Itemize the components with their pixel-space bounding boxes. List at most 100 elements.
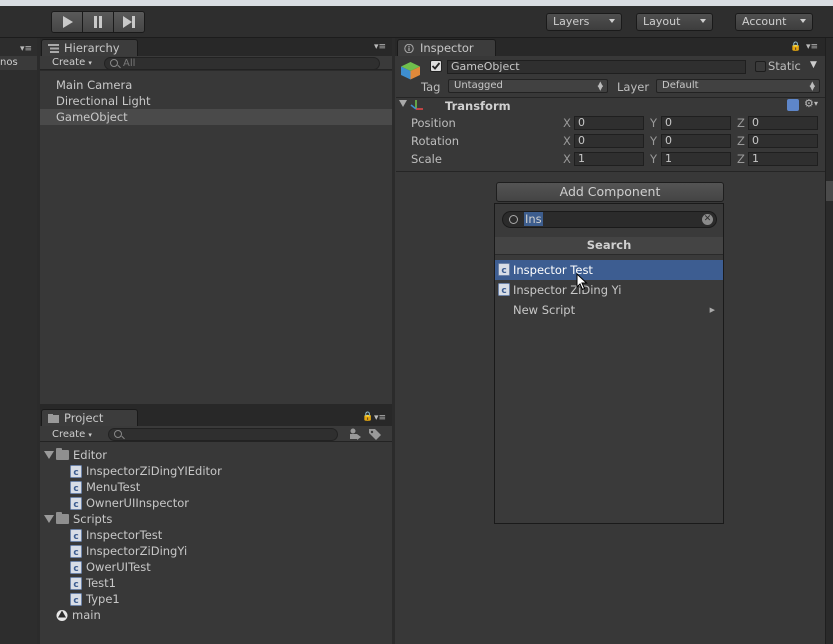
scene-panel-stub [0, 38, 37, 644]
rotation-y-field[interactable]: 0 [661, 134, 731, 148]
filter-by-type-icon[interactable] [348, 428, 362, 440]
help-book-icon[interactable] [787, 99, 799, 111]
project-create-button[interactable]: Create ▾ [52, 428, 92, 442]
axis-x-label[interactable]: X [563, 152, 571, 166]
filter-by-label-icon[interactable] [368, 428, 382, 440]
csharp-script-icon: c [70, 592, 82, 606]
collapse-arrow-icon[interactable] [399, 100, 407, 107]
gear-icon[interactable]: ⚙ [804, 97, 814, 110]
field-value: 1 [578, 152, 585, 165]
component-result-item[interactable]: c Inspector ZiDing Yi [495, 280, 723, 300]
list-item[interactable]: c InspectorZiDingYIEditor [70, 463, 222, 479]
svg-text:c: c [501, 286, 506, 296]
csharp-script-icon: c [70, 464, 82, 478]
lock-icon[interactable]: 🔒 [790, 42, 801, 52]
list-item[interactable]: GameObject [56, 109, 128, 125]
rotation-z-field[interactable]: 0 [748, 134, 818, 148]
list-item-label: InspectorTest [86, 528, 163, 542]
list-item[interactable]: c MenuTest [70, 479, 140, 495]
hierarchy-menu-icon[interactable]: ▾≡ [374, 42, 386, 52]
hierarchy-create-button[interactable]: Create ▾ [52, 56, 92, 70]
gizmos-label[interactable]: nos [0, 57, 18, 68]
position-y-field[interactable]: 0 [661, 116, 731, 130]
list-item[interactable]: Directional Light [56, 93, 151, 109]
tab-hierarchy[interactable]: Hierarchy [41, 39, 138, 56]
divider [396, 171, 825, 172]
account-dropdown[interactable]: Account [735, 13, 813, 31]
play-button[interactable] [52, 12, 83, 32]
chevron-down-icon[interactable]: ▼ [810, 60, 817, 70]
lock-icon[interactable]: 🔒 [362, 412, 373, 422]
list-icon [48, 44, 59, 53]
scale-y-field[interactable]: 1 [661, 152, 731, 166]
layout-dropdown[interactable]: Layout [636, 13, 713, 31]
position-z-field[interactable]: 0 [748, 116, 818, 130]
chevron-down-icon[interactable]: ▾ [814, 99, 818, 108]
pause-icon [94, 16, 102, 28]
list-item[interactable]: c InspectorTest [70, 527, 162, 543]
position-x-field[interactable]: 0 [574, 116, 644, 130]
layout-dropdown-label: Layout [643, 15, 681, 28]
list-item[interactable]: c Test1 [70, 575, 116, 591]
field-value: 1 [752, 152, 759, 165]
submenu-arrow-icon: ▶ [709, 306, 715, 314]
window-edge [825, 38, 833, 644]
scrollbar[interactable] [826, 181, 833, 201]
project-menu-icon[interactable]: ▾≡ [374, 413, 386, 423]
account-dropdown-label: Account [742, 15, 787, 28]
folder-row[interactable]: Scripts [44, 511, 112, 527]
csharp-script-icon: c [70, 544, 82, 558]
tag-dropdown[interactable]: Untagged ▲ ▼ [448, 79, 608, 93]
project-search-input[interactable] [108, 428, 338, 441]
clear-search-icon[interactable]: ✕ [702, 214, 713, 225]
rotation-label: Rotation [411, 134, 460, 148]
axis-y-label[interactable]: Y [650, 134, 657, 148]
list-item[interactable]: main [56, 607, 101, 623]
object-name-input[interactable]: GameObject [447, 60, 746, 74]
axis-y-label[interactable]: Y [650, 152, 657, 166]
list-item-label: OwnerUIInspector [86, 496, 190, 510]
inspector-menu-icon[interactable]: ▾≡ [806, 42, 818, 52]
axis-x-label[interactable]: X [563, 134, 571, 148]
tab-project[interactable]: Project [41, 409, 138, 426]
list-item[interactable]: c OwnerUIInspector [70, 495, 189, 511]
field-value: 0 [578, 134, 585, 147]
layers-dropdown[interactable]: Layers [546, 13, 622, 31]
list-item-label: Type1 [86, 592, 120, 606]
hierarchy-search-input[interactable]: All [104, 57, 380, 70]
component-result-item[interactable]: c Inspector Test [495, 260, 723, 280]
axis-z-label[interactable]: Z [737, 134, 745, 148]
component-search-value: Ins [524, 212, 543, 226]
scale-x-field[interactable]: 1 [574, 152, 644, 166]
axis-x-label[interactable]: X [563, 116, 571, 130]
list-item[interactable]: c OwerUITest [70, 559, 151, 575]
step-button[interactable] [114, 12, 144, 32]
svg-text:c: c [73, 468, 78, 478]
list-item[interactable]: Main Camera [56, 77, 132, 93]
transform-axes-icon [410, 99, 424, 111]
axis-y-label[interactable]: Y [650, 116, 657, 130]
add-component-button[interactable]: Add Component [496, 182, 724, 202]
info-icon [404, 44, 414, 53]
field-value: 1 [665, 152, 672, 165]
list-item-label: MenuTest [86, 480, 141, 494]
axis-z-label[interactable]: Z [737, 116, 745, 130]
active-checkbox[interactable] [430, 60, 442, 72]
scale-z-field[interactable]: 1 [748, 152, 818, 166]
menu-icon[interactable]: ▾≡ [20, 44, 32, 54]
unity-scene-icon [56, 609, 68, 621]
folder-icon [56, 448, 69, 460]
pause-button[interactable] [83, 12, 114, 32]
list-item[interactable]: c Type1 [70, 591, 120, 607]
folder-row[interactable]: Editor [44, 447, 107, 463]
tab-inspector[interactable]: Inspector [397, 39, 496, 56]
layer-dropdown[interactable]: Default ▲ ▼ [656, 79, 820, 93]
static-checkbox[interactable] [755, 61, 766, 72]
search-icon [110, 59, 118, 67]
list-item[interactable]: c InspectorZiDingYi [70, 543, 187, 559]
folder-label: Editor [73, 448, 108, 462]
rotation-x-field[interactable]: 0 [574, 134, 644, 148]
axis-z-label[interactable]: Z [737, 152, 745, 166]
position-label: Position [411, 116, 456, 130]
new-script-item[interactable]: New Script ▶ [495, 300, 723, 320]
